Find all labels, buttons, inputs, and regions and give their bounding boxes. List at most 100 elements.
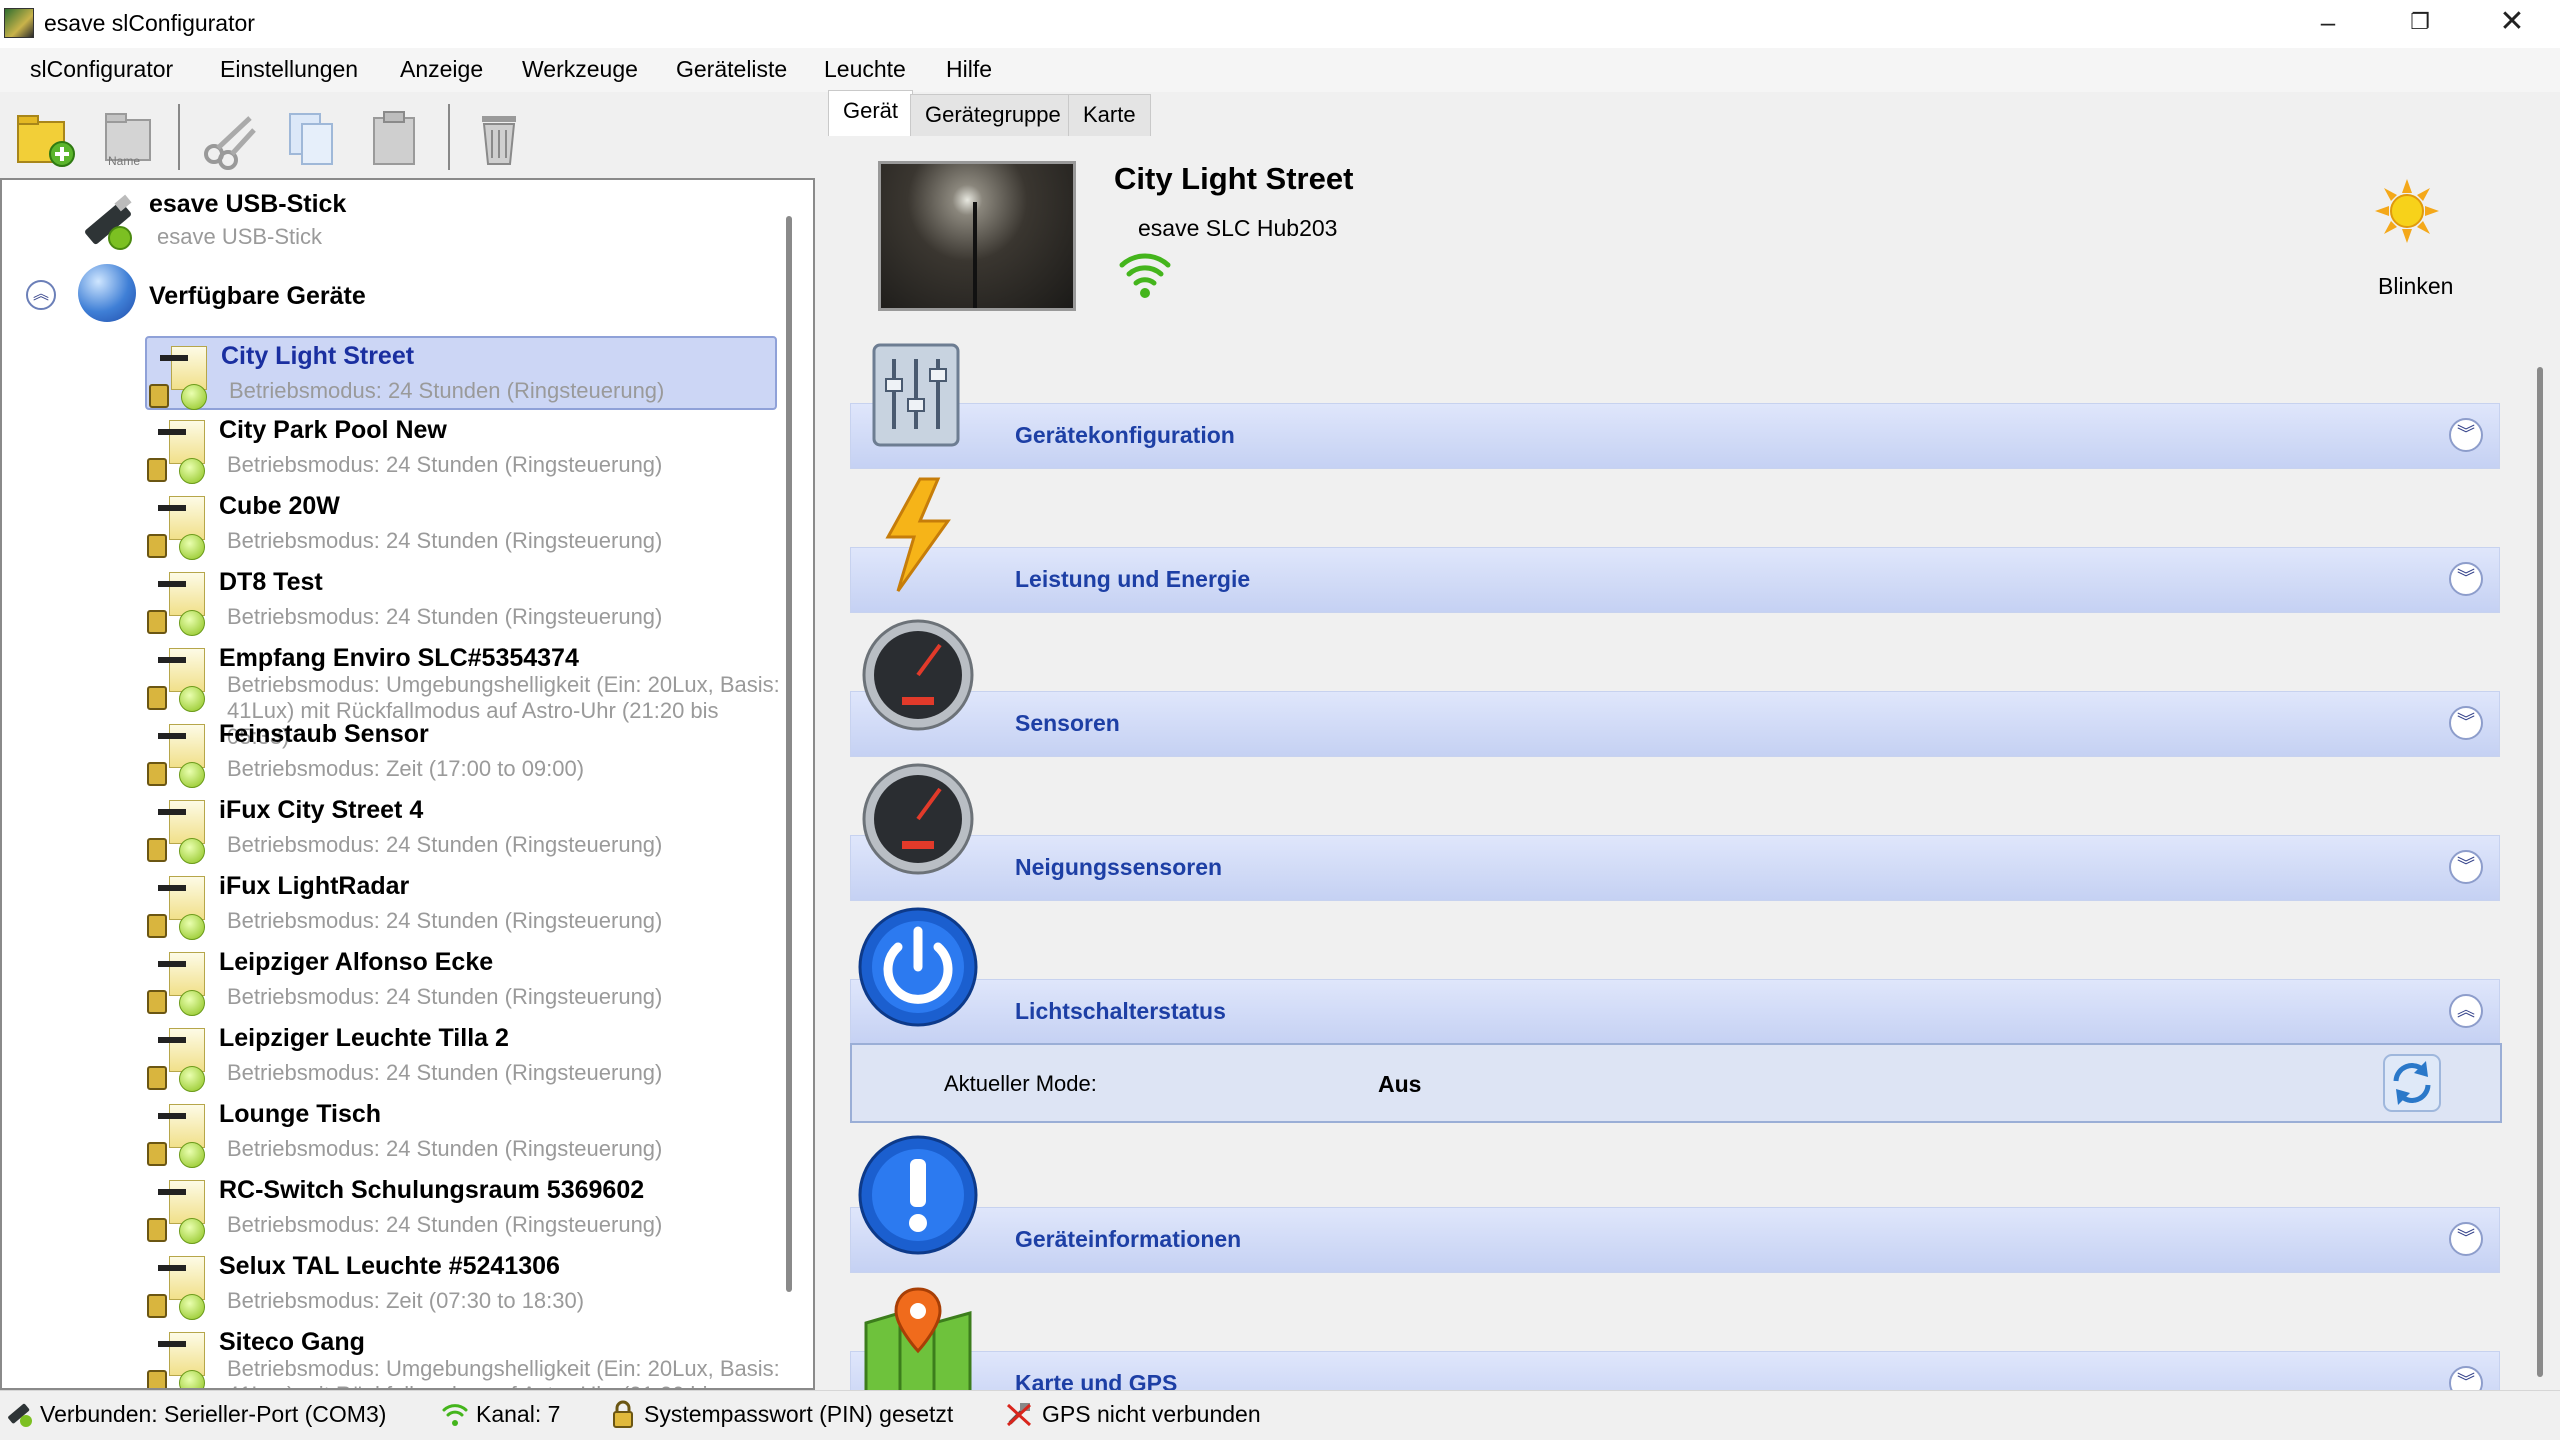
device-status: Betriebsmodus: 24 Stunden (Ringsteuerung…	[227, 1136, 663, 1161]
new-folder-icon[interactable]	[14, 108, 76, 170]
copy-icon[interactable]	[282, 108, 344, 170]
close-button[interactable]: ✕	[2466, 0, 2558, 48]
tab-geraetegruppe[interactable]: Gerätegruppe	[910, 94, 1076, 136]
blink-sun-icon[interactable]	[2373, 177, 2441, 245]
refresh-icon[interactable]	[2382, 1053, 2442, 1113]
padlock-icon	[608, 1399, 638, 1429]
tab-karte[interactable]: Karte	[1068, 94, 1151, 136]
collapse-chevron-icon[interactable]: ︽	[2449, 994, 2483, 1028]
section-karte-und-gps[interactable]: Karte und GPS ︾	[850, 1351, 2500, 1390]
device-list-item[interactable]: City Park Pool New Betriebsmodus: 24 Stun…	[145, 412, 777, 486]
rename-icon[interactable]: Name	[98, 108, 160, 170]
device-name: iFux LightRadar	[219, 872, 410, 900]
channel-signal-icon	[440, 1399, 470, 1429]
section-leistung-und-energie[interactable]: Leistung und Energie ︾	[850, 547, 2500, 613]
device-list-item[interactable]: iFux LightRadar Betriebsmodus: 24 Stunden…	[145, 868, 777, 942]
device-name: City Park Pool New	[219, 416, 447, 444]
section-geraeteinformationen[interactable]: Geräteinformationen ︾	[850, 1207, 2500, 1273]
usb-stick-title[interactable]: esave USB-Stick	[149, 190, 346, 219]
section-geraetekonfiguration[interactable]: Gerätekonfiguration ︾	[850, 403, 2500, 469]
section-sensoren[interactable]: Sensoren ︾	[850, 691, 2500, 757]
status-dot-icon	[179, 1370, 205, 1388]
device-tree: esave USB-Stick esave USB-Stick ︽ Verfüg…	[0, 178, 815, 1390]
usb-stick-icon	[78, 192, 140, 254]
menu-einstellungen[interactable]: Einstellungen	[220, 56, 358, 83]
expand-chevron-icon[interactable]: ︾	[2449, 1366, 2483, 1390]
minimize-button[interactable]: –	[2282, 0, 2374, 48]
status-dot-icon	[179, 610, 205, 636]
title-bar: esave slConfigurator – ❐ ✕	[0, 0, 2560, 48]
luminaire-icon	[145, 950, 211, 1016]
expand-chevron-icon[interactable]: ︾	[2449, 418, 2483, 452]
collapse-group-icon[interactable]: ︽	[26, 280, 56, 310]
tab-geraet[interactable]: Gerät	[828, 90, 914, 136]
device-name: Selux TAL Leuchte #5241306	[219, 1252, 560, 1280]
tree-scrollbar[interactable]	[786, 216, 792, 1292]
menu-leuchte[interactable]: Leuchte	[824, 56, 906, 83]
device-list-item[interactable]: Leipziger Alfonso Ecke Betriebsmodus: 24 …	[145, 944, 777, 1018]
device-list-item[interactable]: DT8 Test Betriebsmodus: 24 Stunden (Rings…	[145, 564, 777, 638]
device-status: Betriebsmodus: 24 Stunden (Ringsteuerung…	[227, 604, 663, 629]
available-devices-title[interactable]: Verfügbare Geräte	[149, 282, 366, 311]
expand-chevron-icon[interactable]: ︾	[2449, 1222, 2483, 1256]
section-neigungssensoren[interactable]: Neigungssensoren ︾	[850, 835, 2500, 901]
luminaire-icon	[145, 722, 211, 788]
maximize-button[interactable]: ❐	[2374, 0, 2466, 48]
device-list-item[interactable]: Selux TAL Leuchte #5241306 Betriebsmodus:…	[145, 1248, 777, 1322]
padlock-icon	[147, 990, 167, 1014]
status-dot-icon	[179, 1142, 205, 1168]
expand-chevron-icon[interactable]: ︾	[2449, 706, 2483, 740]
menu-geraeteliste[interactable]: Geräteliste	[676, 56, 787, 83]
padlock-icon	[147, 1294, 167, 1318]
delete-icon[interactable]	[472, 108, 534, 170]
device-list-item[interactable]: RC-Switch Schulungsraum 5369602 Betriebsm…	[145, 1172, 777, 1246]
paste-icon[interactable]	[366, 108, 428, 170]
luminaire-icon	[145, 1026, 211, 1092]
detail-scrollbar[interactable]	[2537, 367, 2543, 1377]
padlock-icon	[147, 686, 167, 710]
device-name: City Light Street	[221, 342, 415, 370]
window-title: esave slConfigurator	[44, 10, 255, 36]
section-title: Geräteinformationen	[1015, 1226, 1242, 1252]
status-bar: Verbunden: Serieller-Port (COM3) Kanal: …	[0, 1390, 2560, 1440]
menu-hilfe[interactable]: Hilfe	[946, 56, 992, 83]
device-status: Betriebsmodus: 24 Stunden (Ringsteuerung…	[227, 1060, 663, 1085]
device-list-item[interactable]: Empfang Enviro SLC#5354374 Betriebsmodus:…	[145, 640, 780, 749]
section-title: Gerätekonfiguration	[1015, 422, 1235, 448]
section-lichtschalterstatus[interactable]: Lichtschalterstatus ︽	[850, 979, 2500, 1045]
status-dot-icon	[179, 534, 205, 560]
menu-werkzeuge[interactable]: Werkzeuge	[522, 56, 638, 83]
device-name: City Light Street	[1114, 161, 1354, 196]
device-list-item[interactable]: iFux City Street 4 Betriebsmodus: 24 Stun…	[145, 792, 777, 866]
menu-bar: slConfigurator Einstellungen Anzeige Wer…	[0, 48, 2560, 92]
device-list-item[interactable]: Siteco Gang Betriebsmodus: Umgebungshelli…	[145, 1324, 780, 1388]
device-list-item[interactable]: City Light Street Betriebsmodus: 24 Stund…	[145, 336, 777, 410]
toolbar-separator	[178, 104, 180, 170]
device-list-item[interactable]: Lounge Tisch Betriebsmodus: 24 Stunden (R…	[145, 1096, 777, 1170]
luminaire-icon	[145, 1254, 211, 1320]
status-dot-icon	[179, 686, 205, 712]
device-status: Betriebsmodus: 24 Stunden (Ringsteuerung…	[227, 452, 663, 477]
menu-anzeige[interactable]: Anzeige	[400, 56, 483, 83]
expand-chevron-icon[interactable]: ︾	[2449, 850, 2483, 884]
expand-chevron-icon[interactable]: ︾	[2449, 562, 2483, 596]
device-list-item[interactable]: Cube 20W Betriebsmodus: 24 Stunden (Rings…	[145, 488, 777, 562]
luminaire-icon	[145, 570, 211, 636]
menu-slconfigurator[interactable]: slConfigurator	[30, 56, 173, 83]
password-status: Systempasswort (PIN) gesetzt	[644, 1401, 954, 1427]
blink-label[interactable]: Blinken	[2378, 273, 2453, 300]
padlock-icon	[147, 534, 167, 558]
device-name: Leipziger Leuchte Tilla 2	[219, 1024, 509, 1052]
status-dot-icon	[179, 914, 205, 940]
device-list-item[interactable]: Leipziger Leuchte Tilla 2 Betriebsmodus: …	[145, 1020, 777, 1094]
device-status: Betriebsmodus: 24 Stunden (Ringsteuerung…	[227, 832, 663, 857]
device-list-item[interactable]: Feinstaub Sensor Betriebsmodus: Zeit (17:…	[145, 716, 777, 790]
device-name: Lounge Tisch	[219, 1100, 382, 1128]
device-status: Betriebsmodus: 24 Stunden (Ringsteuerung…	[227, 528, 663, 553]
current-mode-label: Aktueller Mode:	[944, 1071, 1097, 1096]
cut-icon[interactable]	[198, 108, 260, 170]
map-pin-icon	[858, 1283, 978, 1390]
status-dot-icon	[179, 762, 205, 788]
gauge-icon	[858, 763, 978, 883]
status-dot-icon	[179, 1294, 205, 1320]
